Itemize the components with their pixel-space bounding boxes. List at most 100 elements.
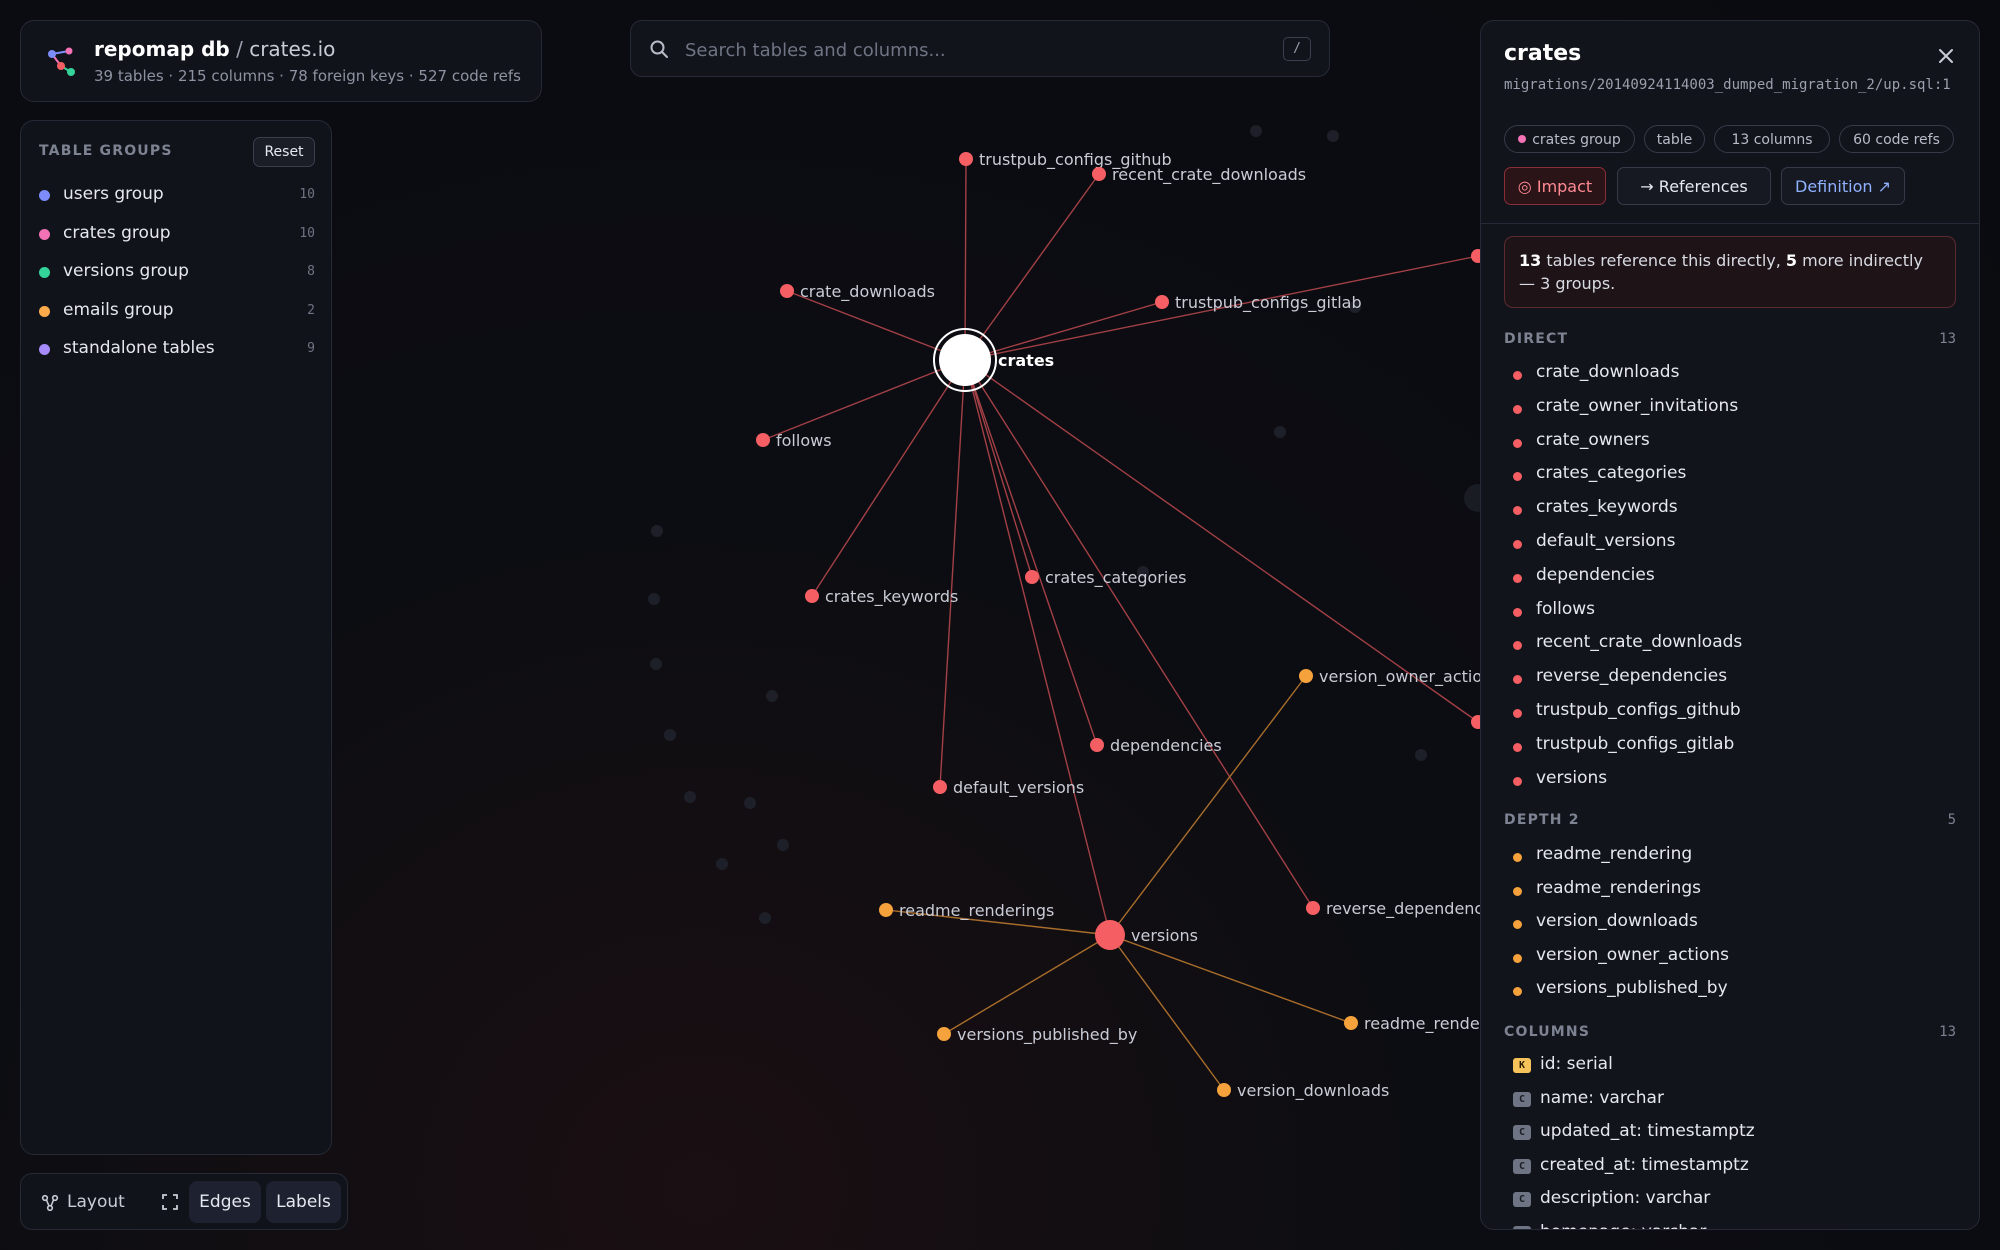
column-item[interactable]: Ccreated_at: timestamptz [1504,1152,1956,1180]
direct-item-trustpub_configs_gitlab[interactable]: trustpub_configs_gitlab [1504,731,1956,759]
references-button[interactable]: → References [1617,167,1771,205]
direct-item-recent_crate_downloads[interactable]: recent_crate_downloads [1504,629,1956,657]
direct-item-default_versions[interactable]: default_versions [1504,528,1956,556]
edges-toggle[interactable]: Edges [189,1181,261,1223]
direct-item-versions[interactable]: versions [1504,765,1956,793]
background-node [664,729,676,741]
reference-label: readme_rendering [1536,844,1693,864]
column-item[interactable]: Chomepage: varchar [1504,1219,1956,1229]
node-label: trustpub_configs_gitlab [1175,293,1362,313]
node-versions[interactable]: versions [1095,920,1198,950]
depth2-item-version_downloads[interactable]: version_downloads [1504,908,1956,936]
background-node [1274,426,1286,438]
fullscreen-icon [162,1194,178,1210]
group-item-emails-group[interactable]: emails group 2 [33,295,323,327]
node-crates_categories[interactable]: crates_categories [1025,568,1187,588]
node-dot [937,1027,951,1041]
fit-view-button[interactable] [149,1181,191,1223]
reset-button[interactable]: Reset [253,137,315,167]
reference-label: trustpub_configs_github [1536,700,1741,720]
group-item-versions-group[interactable]: versions group 8 [33,256,323,288]
column-item[interactable]: Cname: varchar [1504,1085,1956,1113]
direct-item-crate_owners[interactable]: crate_owners [1504,427,1956,455]
impact-button[interactable]: ◎ Impact [1504,167,1606,205]
depth2-section-title: DEPTH 2 [1504,812,1580,828]
node-reverse_dependencies[interactable]: reverse_dependencie [1306,899,1498,919]
node-recent_crate_downloads[interactable]: recent_crate_downloads [1092,165,1306,185]
group-color-dot [39,267,50,278]
group-label: standalone tables [63,338,215,358]
node-follows[interactable]: follows [756,431,832,450]
table-name-heading: crates [1504,41,1582,66]
reference-dot [1513,540,1522,549]
direct-item-crate_owner_invitations[interactable]: crate_owner_invitations [1504,393,1956,421]
node-crates_keywords[interactable]: crates_keywords [805,587,958,607]
node-dependencies[interactable]: dependencies [1090,736,1222,755]
node-versions_published_by[interactable]: versions_published_by [937,1025,1137,1045]
node-version_downloads[interactable]: version_downloads [1217,1081,1389,1101]
group-item-standalone-tables[interactable]: standalone tables 9 [33,333,323,365]
node-label: crates [998,351,1054,370]
group-item-crates-group[interactable]: crates group 10 [33,218,323,250]
node-trustpub_configs_gitlab[interactable]: trustpub_configs_gitlab [1155,293,1362,313]
layout-icon [41,1194,59,1212]
node-crate_downloads[interactable]: crate_downloads [780,282,935,302]
node-crates-selected[interactable]: crates [933,328,1054,392]
column-item[interactable]: Cupdated_at: timestamptz [1504,1118,1956,1146]
node-dot [939,334,991,386]
app-title-separator: / [236,37,243,61]
direct-item-dependencies[interactable]: dependencies [1504,562,1956,590]
depth2-item-version_owner_actions[interactable]: version_owner_actions [1504,942,1956,970]
labels-toggle[interactable]: Labels [266,1181,341,1223]
background-node [684,791,696,803]
node-dot [805,589,819,603]
direct-item-crate_downloads[interactable]: crate_downloads [1504,359,1956,387]
group-label: versions group [63,261,189,281]
reference-dot [1513,675,1522,685]
node-default_versions[interactable]: default_versions [933,778,1084,798]
search-icon [650,40,668,58]
column-item[interactable]: Cdescription: varchar [1504,1185,1956,1213]
edge-crates-crate_downloads [786,290,966,361]
reference-label: dependencies [1536,564,1655,585]
close-icon[interactable] [1935,45,1957,67]
column-kind-badge: C [1513,1225,1531,1229]
column-label: id: serial [1540,1054,1613,1074]
node-dot [1344,1016,1358,1030]
column-label: description: varchar [1540,1188,1711,1208]
depth2-item-readme_rendering[interactable]: readme_rendering [1504,841,1956,869]
definition-link[interactable]: Definition ↗ [1781,167,1905,205]
direct-item-crates_categories[interactable]: crates_categories [1504,460,1956,488]
node-readme_renderings[interactable]: readme_renderings [879,901,1054,921]
column-kind-badge: C [1513,1192,1531,1207]
background-node [1327,130,1339,142]
type-chip: table [1644,125,1705,153]
background-node [650,658,662,670]
direct-item-follows[interactable]: follows [1504,596,1956,624]
column-label: created_at: timestamptz [1540,1154,1749,1175]
depth2-item-versions_published_by[interactable]: versions_published_by [1504,975,1956,1003]
node-dot [1217,1083,1231,1097]
layout-button[interactable]: Layout [29,1181,139,1223]
column-item[interactable]: Kid: serial [1504,1051,1956,1079]
reference-dot [1513,472,1522,482]
table-groups-panel: TABLE GROUPS Reset users group 10 crates g… [20,120,332,1155]
background-node [1415,749,1427,761]
node-version_owner_actions[interactable]: version_owner_actio [1299,667,1482,687]
table-details-panel: crates migrations/20140924114003_dumped_… [1480,20,1980,1230]
node-readme_rendering[interactable]: readme_render [1344,1014,1487,1034]
app-header: repomap db / crates.io 39 tables · 215 c… [20,20,542,102]
search-input[interactable] [683,35,1247,65]
reference-label: reverse_dependencies [1536,666,1728,687]
direct-item-reverse_dependencies[interactable]: reverse_dependencies [1504,663,1956,691]
depth2-item-readme_renderings[interactable]: readme_renderings [1504,875,1956,903]
search-bar[interactable]: / [630,20,1330,77]
reference-label: version_downloads [1536,911,1698,931]
group-label: crates group [63,222,171,243]
group-item-users-group[interactable]: users group 10 [33,179,323,211]
layout-button-label: Layout [67,1192,125,1212]
node-label: reverse_dependencie [1326,899,1498,919]
node-dot [879,903,893,917]
direct-item-trustpub_configs_github[interactable]: trustpub_configs_github [1504,697,1956,725]
direct-item-crates_keywords[interactable]: crates_keywords [1504,494,1956,522]
